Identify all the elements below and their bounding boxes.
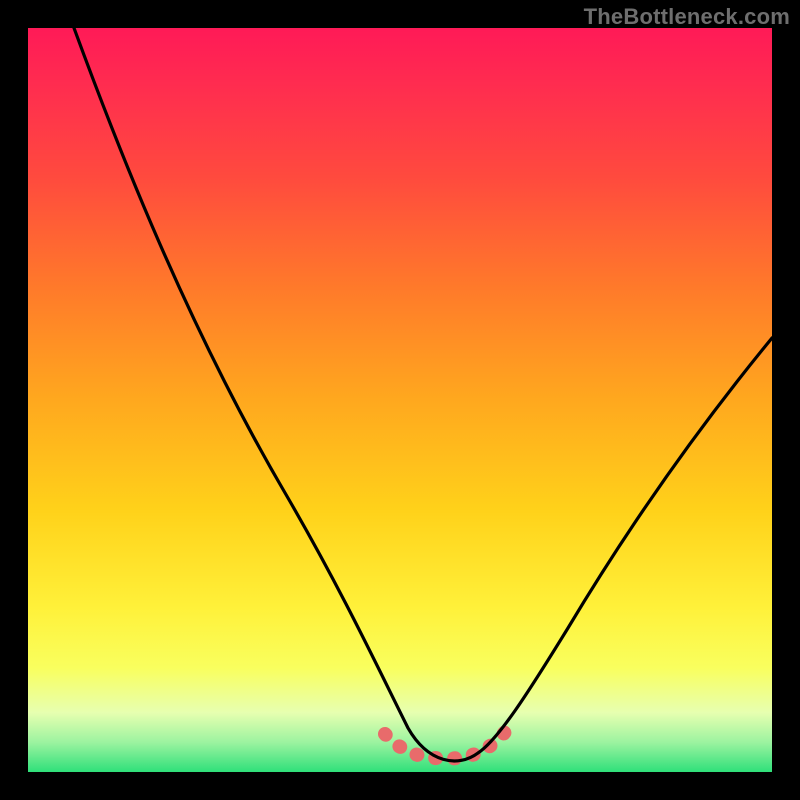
- curve-layer: [28, 28, 772, 772]
- main-curve: [74, 28, 772, 761]
- chart-frame: TheBottleneck.com: [0, 0, 800, 800]
- plot-area: [28, 28, 772, 772]
- watermark-text: TheBottleneck.com: [584, 4, 790, 30]
